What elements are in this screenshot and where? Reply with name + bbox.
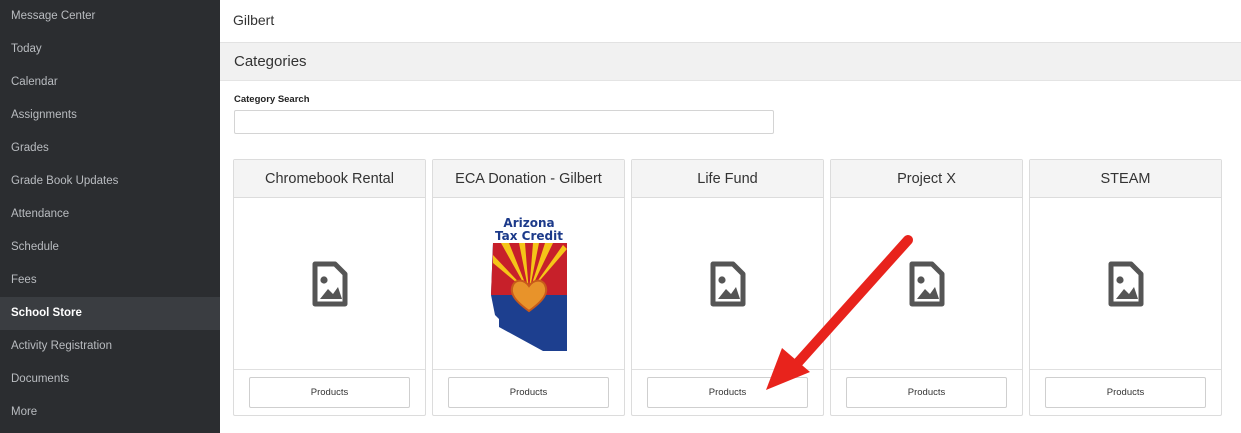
products-button-steam[interactable]: Products xyxy=(1045,377,1206,408)
card-image-area xyxy=(831,198,1022,370)
card-image-area xyxy=(1030,198,1221,370)
category-card: Life Fund Products xyxy=(631,159,824,416)
main-content: Gilbert Categories Category Search Chrom… xyxy=(220,0,1241,433)
image-placeholder-icon xyxy=(1108,261,1143,307)
card-footer: Products xyxy=(632,369,823,415)
category-card: STEAM Products xyxy=(1029,159,1222,416)
categories-heading: Categories xyxy=(220,43,1241,81)
category-card: ECA Donation - Gilbert Arizona Tax Credi… xyxy=(432,159,625,416)
arizona-tax-credit-logo: Arizona Tax Credit xyxy=(490,216,567,351)
products-button-eca-donation[interactable]: Products xyxy=(448,377,609,408)
sidebar-item-grade-book-updates[interactable]: Grade Book Updates xyxy=(0,165,220,198)
category-cards: Chromebook Rental Products ECA Donation … xyxy=(233,159,1222,416)
category-card: Chromebook Rental Products xyxy=(233,159,426,416)
category-search-label: Category Search xyxy=(234,94,310,105)
sidebar-item-schedule[interactable]: Schedule xyxy=(0,231,220,264)
card-footer: Products xyxy=(234,369,425,415)
products-button-project-x[interactable]: Products xyxy=(846,377,1007,408)
sidebar-item-calendar[interactable]: Calendar xyxy=(0,66,220,99)
image-placeholder-icon xyxy=(909,261,944,307)
card-title: Project X xyxy=(831,160,1022,198)
sidebar-item-more[interactable]: More xyxy=(0,396,220,429)
card-title: Life Fund xyxy=(632,160,823,198)
card-title: ECA Donation - Gilbert xyxy=(433,160,624,198)
category-search-input[interactable] xyxy=(234,110,774,134)
sidebar-item-today[interactable]: Today xyxy=(0,33,220,66)
card-title: STEAM xyxy=(1030,160,1221,198)
page-title: Gilbert xyxy=(220,0,1241,43)
card-title: Chromebook Rental xyxy=(234,160,425,198)
sidebar-item-attendance[interactable]: Attendance xyxy=(0,198,220,231)
card-footer: Products xyxy=(1030,369,1221,415)
sidebar-item-school-store[interactable]: School Store xyxy=(0,297,220,330)
card-footer: Products xyxy=(831,369,1022,415)
products-button-life-fund[interactable]: Products xyxy=(647,377,808,408)
sidebar-item-grades[interactable]: Grades xyxy=(0,132,220,165)
products-button-chromebook-rental[interactable]: Products xyxy=(249,377,410,408)
sidebar-item-message-center[interactable]: Message Center xyxy=(0,0,220,33)
sidebar-nav: Message Center Today Calendar Assignment… xyxy=(0,0,220,433)
sidebar-item-assignments[interactable]: Assignments xyxy=(0,99,220,132)
logo-text-line2: Tax Credit xyxy=(495,229,563,243)
sidebar-item-documents[interactable]: Documents xyxy=(0,363,220,396)
image-placeholder-icon xyxy=(312,261,347,307)
card-footer: Products xyxy=(433,369,624,415)
image-placeholder-icon xyxy=(710,261,745,307)
sidebar-item-activity-registration[interactable]: Activity Registration xyxy=(0,330,220,363)
card-image-area xyxy=(632,198,823,370)
category-card: Project X Products xyxy=(830,159,1023,416)
card-image-area: Arizona Tax Credit xyxy=(433,198,624,370)
card-image-area xyxy=(234,198,425,370)
sidebar-item-fees[interactable]: Fees xyxy=(0,264,220,297)
logo-text-line1: Arizona xyxy=(503,216,554,230)
